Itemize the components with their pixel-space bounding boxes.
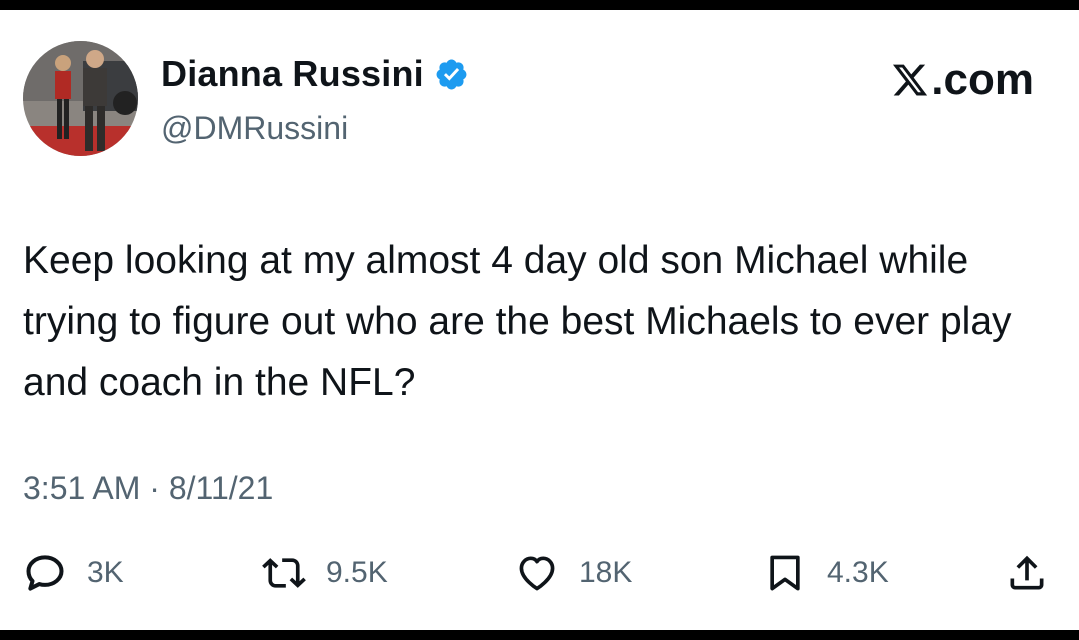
x-logo-icon xyxy=(893,64,928,96)
author-name[interactable]: Dianna Russini xyxy=(161,53,424,95)
reply-icon xyxy=(26,555,64,591)
like-count: 18K xyxy=(579,556,633,589)
reply-button[interactable]: 3K xyxy=(23,548,124,598)
share-icon xyxy=(1010,555,1044,590)
bookmark-icon xyxy=(770,555,800,591)
retweet-count: 9.5K xyxy=(326,556,388,589)
author-handle[interactable]: @DMRussini xyxy=(161,110,348,147)
bookmark-count: 4.3K xyxy=(827,556,889,589)
share-button[interactable] xyxy=(1005,548,1049,598)
author-row: Dianna Russini xyxy=(161,53,469,95)
tweet-timestamp[interactable]: 3:51 AM · 8/11/21 xyxy=(23,470,273,507)
reply-count: 3K xyxy=(87,556,124,589)
retweet-icon xyxy=(262,558,306,588)
bookmark-button[interactable]: 4.3K xyxy=(763,548,889,598)
action-bar: 3K 9.5K 18K 4.3K xyxy=(0,548,1079,598)
verified-badge-icon xyxy=(434,57,469,92)
tweet-card: Dianna Russini @DMRussini .com Keep look… xyxy=(0,10,1079,630)
avatar[interactable] xyxy=(23,41,138,156)
tweet-text: Keep looking at my almost 4 day old son … xyxy=(23,239,1012,404)
brand-label: .com xyxy=(931,55,1034,104)
retweet-button[interactable]: 9.5K xyxy=(262,548,388,598)
like-button[interactable]: 18K xyxy=(515,548,632,598)
avatar-photo xyxy=(23,41,138,156)
brand-logo: .com xyxy=(891,55,1034,105)
heart-icon xyxy=(519,556,555,591)
